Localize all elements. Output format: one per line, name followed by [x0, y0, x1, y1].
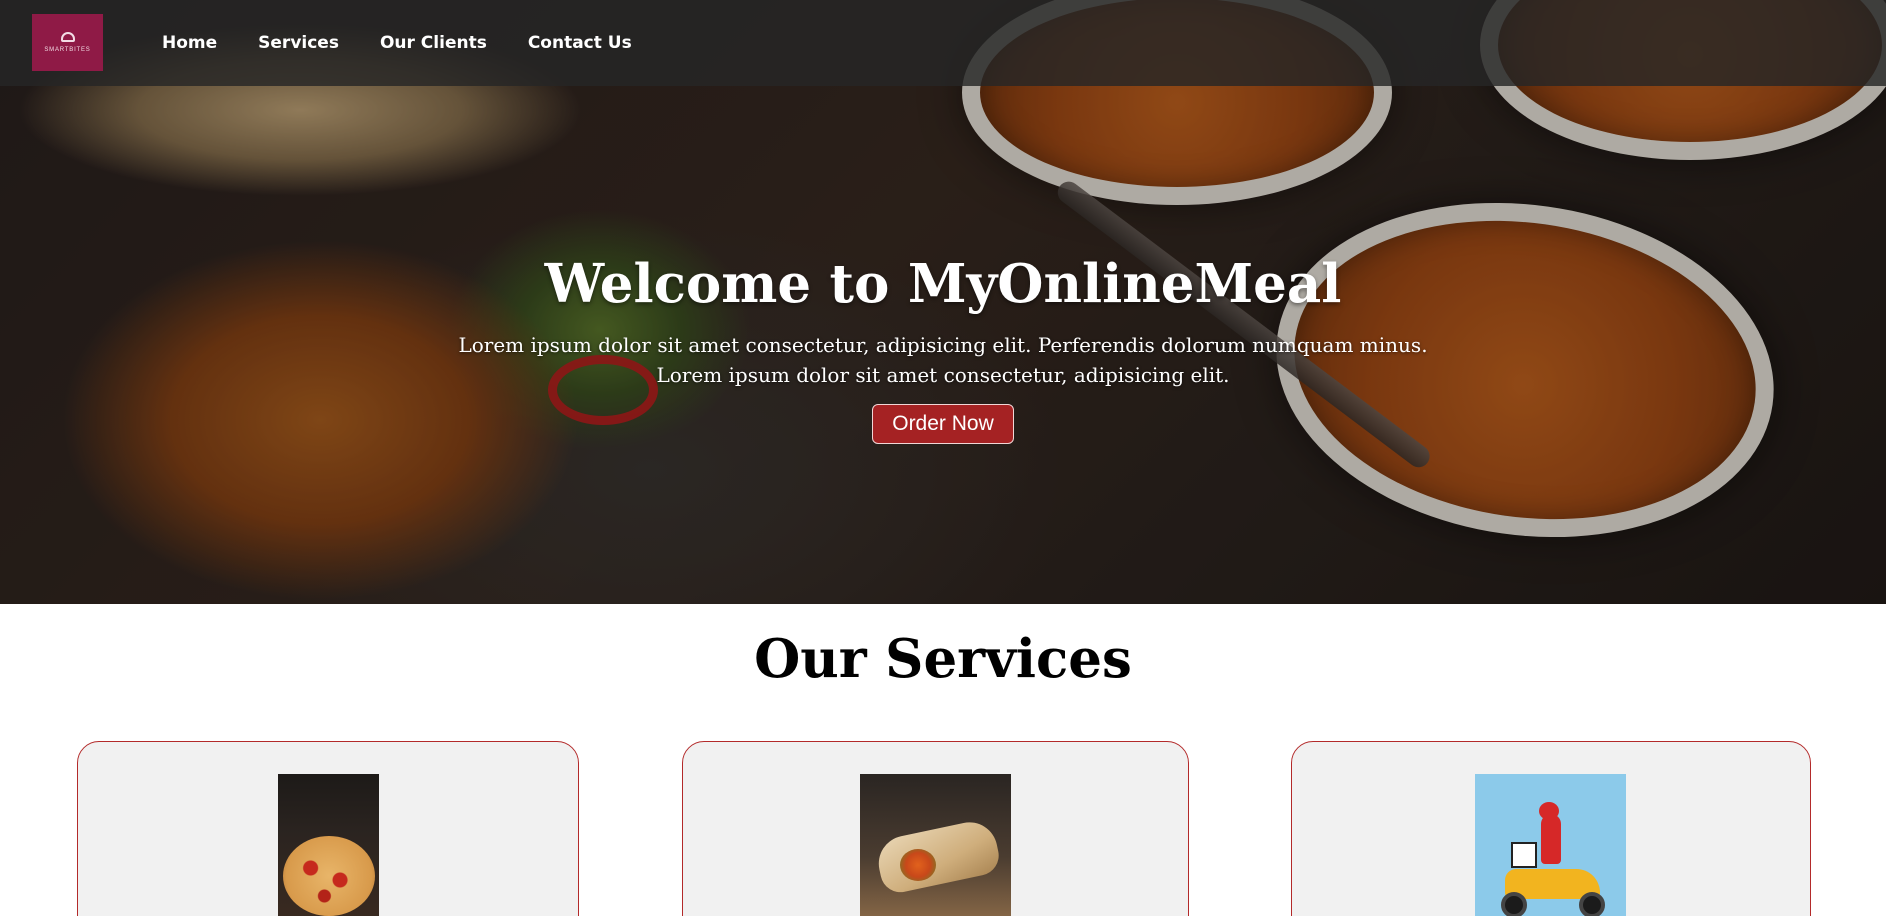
- services-title: Our Services: [754, 628, 1132, 690]
- logo[interactable]: SMARTBITES: [32, 14, 103, 71]
- delivery-box-icon: [1511, 842, 1537, 868]
- hero-subtitle-line: Lorem ipsum dolor sit amet consectetur, …: [656, 363, 1230, 387]
- nav-link-our-clients[interactable]: Our Clients: [380, 33, 487, 53]
- navbar: SMARTBITES Home Services Our Clients Con…: [0, 0, 1886, 86]
- wrap-filling-icon: [900, 849, 936, 881]
- nav-link-contact-us[interactable]: Contact Us: [528, 33, 632, 53]
- pizza-image: [278, 774, 379, 916]
- wrap-icon: [873, 817, 1003, 896]
- wheel-icon: [1501, 892, 1527, 916]
- service-card[interactable]: [1291, 741, 1811, 916]
- hero-subtitle-line: Lorem ipsum dolor sit amet consectetur, …: [458, 333, 1428, 357]
- hero-title: Welcome to MyOnlineMeal: [544, 253, 1342, 315]
- logo-icon: [60, 32, 75, 42]
- hero-subtitle: Lorem ipsum dolor sit amet consectetur, …: [0, 330, 1886, 390]
- service-card[interactable]: [682, 741, 1189, 916]
- wrap-image: [860, 774, 1011, 916]
- hero-section: Welcome to MyOnlineMeal Lorem ipsum dolo…: [0, 0, 1886, 604]
- order-now-button[interactable]: Order Now: [872, 404, 1014, 444]
- nav-link-home[interactable]: Home: [162, 33, 217, 53]
- nav-link-services[interactable]: Services: [258, 33, 339, 53]
- rider-icon: [1541, 814, 1561, 864]
- pizza-icon: [283, 836, 375, 916]
- service-card[interactable]: [77, 741, 579, 916]
- delivery-scooter-image: [1475, 774, 1626, 916]
- nav-links: Home Services Our Clients Contact Us: [162, 0, 632, 86]
- logo-text: SMARTBITES: [44, 47, 91, 53]
- wheel-icon: [1579, 892, 1605, 916]
- hero-content: Welcome to MyOnlineMeal Lorem ipsum dolo…: [0, 250, 1886, 444]
